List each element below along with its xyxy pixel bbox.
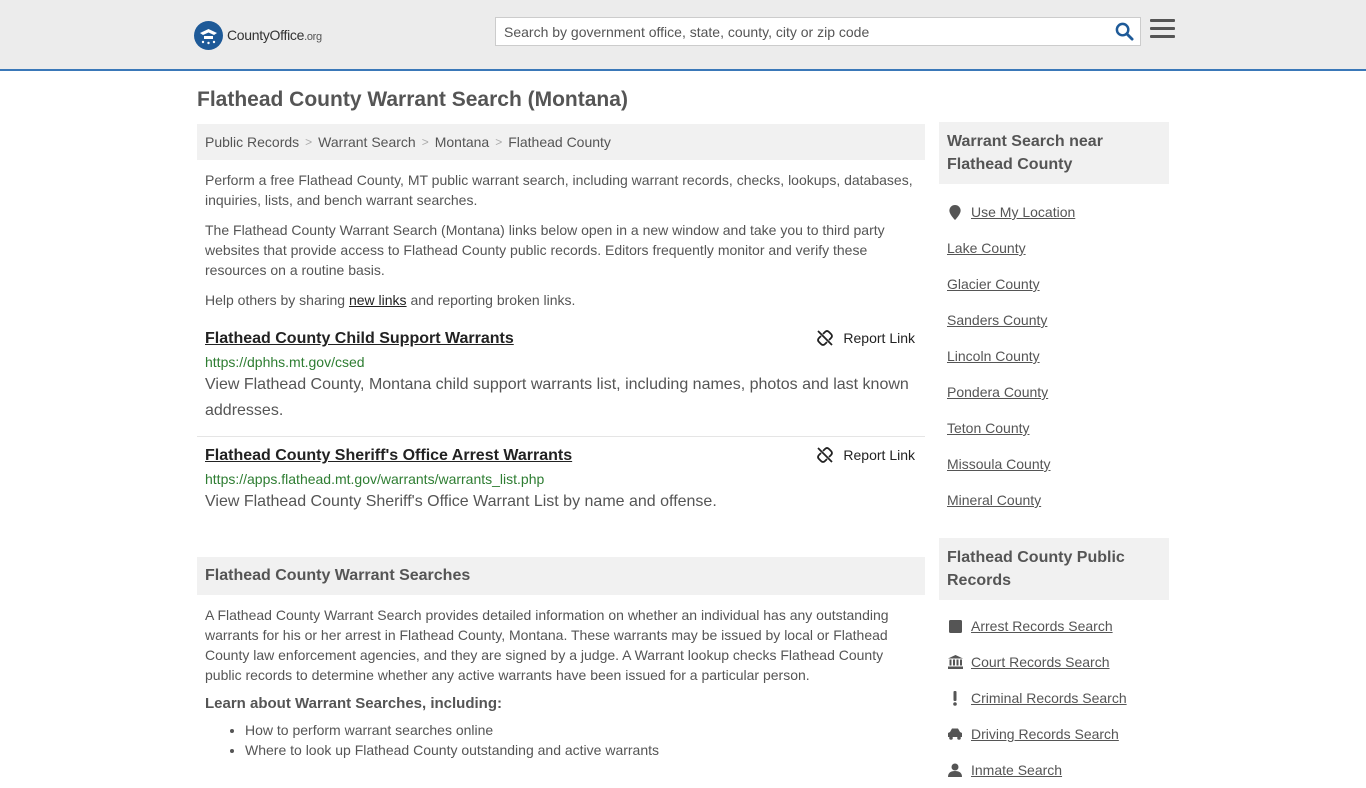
report-link-label: Report Link xyxy=(843,447,915,463)
arrest-records-link[interactable]: Arrest Records Search xyxy=(971,618,1113,634)
search-icon xyxy=(1115,22,1134,41)
new-links-link[interactable]: new links xyxy=(349,292,407,308)
site-search xyxy=(495,17,1141,46)
county-link[interactable]: Teton County xyxy=(947,420,1030,436)
learn-list: How to perform warrant searches online W… xyxy=(197,720,925,760)
use-location-item: Use My Location xyxy=(947,194,1161,230)
list-item: How to perform warrant searches online xyxy=(245,720,925,740)
logo-text-org: .org xyxy=(304,31,322,43)
sidebar: Warrant Search near Flathead County Use … xyxy=(939,122,1169,788)
map-pin-icon xyxy=(947,204,963,220)
result-description: View Flathead County Sheriff's Office Wa… xyxy=(205,493,717,510)
exclamation-icon xyxy=(947,690,963,706)
result-title-link[interactable]: Flathead County Child Support Warrants xyxy=(205,330,514,348)
county-link[interactable]: Lake County xyxy=(947,240,1026,256)
report-link-button[interactable]: Report Link xyxy=(817,447,915,463)
county-link[interactable]: Mineral County xyxy=(947,492,1041,508)
sidebar-nearby-heading: Warrant Search near Flathead County xyxy=(939,122,1169,184)
breadcrumb-separator: > xyxy=(421,135,429,149)
nearby-list: Use My Location Lake County Glacier Coun… xyxy=(939,194,1169,518)
result-description: View Flathead County, Montana child supp… xyxy=(205,376,909,419)
nearby-county-item: Teton County xyxy=(947,410,1161,446)
section-heading: Flathead County Warrant Searches xyxy=(197,557,925,595)
search-input[interactable] xyxy=(496,18,1108,45)
breadcrumb-separator: > xyxy=(495,135,503,149)
disclaimer-paragraph: The Flathead County Warrant Search (Mont… xyxy=(205,222,885,278)
criminal-records-link[interactable]: Criminal Records Search xyxy=(971,690,1127,706)
intro-paragraph: Perform a free Flathead County, MT publi… xyxy=(205,172,913,208)
result-url: https://dphhs.mt.gov/csed xyxy=(205,354,365,370)
county-link[interactable]: Sanders County xyxy=(947,312,1047,328)
list-item: Where to look up Flathead County outstan… xyxy=(245,740,925,760)
sidebar-records-heading: Flathead County Public Records xyxy=(939,538,1169,600)
records-item: Driving Records Search xyxy=(947,716,1161,752)
result-url: https://apps.flathead.mt.gov/warrants/wa… xyxy=(205,471,545,487)
broken-link-icon xyxy=(817,330,834,346)
share-text: and reporting broken links. xyxy=(406,292,576,308)
breadcrumb-warrant-search[interactable]: Warrant Search xyxy=(318,134,416,150)
court-records-link[interactable]: Court Records Search xyxy=(971,654,1110,670)
main-content: Public Records > Warrant Search > Montan… xyxy=(197,124,925,760)
inmate-search-link[interactable]: Inmate Search xyxy=(971,762,1062,778)
inmate-icon xyxy=(947,763,963,777)
learn-heading: Learn about Warrant Searches, including: xyxy=(205,695,502,712)
county-link[interactable]: Glacier County xyxy=(947,276,1040,292)
breadcrumb-flathead-county[interactable]: Flathead County xyxy=(508,134,611,150)
nearby-county-item: Lincoln County xyxy=(947,338,1161,374)
breadcrumb-separator: > xyxy=(305,135,313,149)
nearby-county-item: Sanders County xyxy=(947,302,1161,338)
menu-bar xyxy=(1150,35,1175,38)
report-link-button[interactable]: Report Link xyxy=(817,330,915,346)
menu-bar xyxy=(1150,27,1175,30)
menu-bar xyxy=(1150,19,1175,22)
site-logo[interactable]: CountyOffice.org xyxy=(194,20,322,50)
use-my-location-link[interactable]: Use My Location xyxy=(971,204,1075,220)
hamburger-menu-button[interactable] xyxy=(1150,19,1175,43)
logo-text: CountyOffice.org xyxy=(227,27,322,43)
breadcrumb-montana[interactable]: Montana xyxy=(435,134,489,150)
records-item: Criminal Records Search xyxy=(947,680,1161,716)
courthouse-icon xyxy=(947,655,963,669)
result-item: Flathead County Child Support Warrants R… xyxy=(197,330,925,437)
broken-link-icon xyxy=(817,447,834,463)
records-item: Arrest Records Search xyxy=(947,608,1161,644)
share-paragraph: Help others by sharing new links and rep… xyxy=(197,290,925,310)
records-item: Court Records Search xyxy=(947,644,1161,680)
records-list: Arrest Records Search Court Records Sear… xyxy=(939,608,1169,788)
nearby-county-item: Glacier County xyxy=(947,266,1161,302)
logo-text-main: CountyOffice xyxy=(227,27,305,43)
breadcrumb-public-records[interactable]: Public Records xyxy=(205,134,299,150)
nearby-county-item: Missoula County xyxy=(947,446,1161,482)
driving-records-link[interactable]: Driving Records Search xyxy=(971,726,1119,742)
car-icon xyxy=(947,728,963,740)
site-header: CountyOffice.org xyxy=(0,0,1366,71)
page-title: Flathead County Warrant Search (Montana) xyxy=(197,88,628,111)
county-link[interactable]: Pondera County xyxy=(947,384,1048,400)
records-item: Inmate Search xyxy=(947,752,1161,788)
nearby-county-item: Lake County xyxy=(947,230,1161,266)
nearby-county-item: Mineral County xyxy=(947,482,1161,518)
section-body: A Flathead County Warrant Search provide… xyxy=(205,607,889,683)
county-link[interactable]: Lincoln County xyxy=(947,348,1040,364)
share-text: Help others by sharing xyxy=(205,292,349,308)
county-link[interactable]: Missoula County xyxy=(947,456,1051,472)
search-button[interactable] xyxy=(1108,18,1140,45)
logo-seal-icon xyxy=(194,20,223,50)
report-link-label: Report Link xyxy=(843,330,915,346)
square-icon xyxy=(947,619,963,633)
nearby-county-item: Pondera County xyxy=(947,374,1161,410)
result-item: Flathead County Sheriff's Office Arrest … xyxy=(197,447,925,515)
result-title-link[interactable]: Flathead County Sheriff's Office Arrest … xyxy=(205,447,572,465)
breadcrumb: Public Records > Warrant Search > Montan… xyxy=(197,124,925,160)
